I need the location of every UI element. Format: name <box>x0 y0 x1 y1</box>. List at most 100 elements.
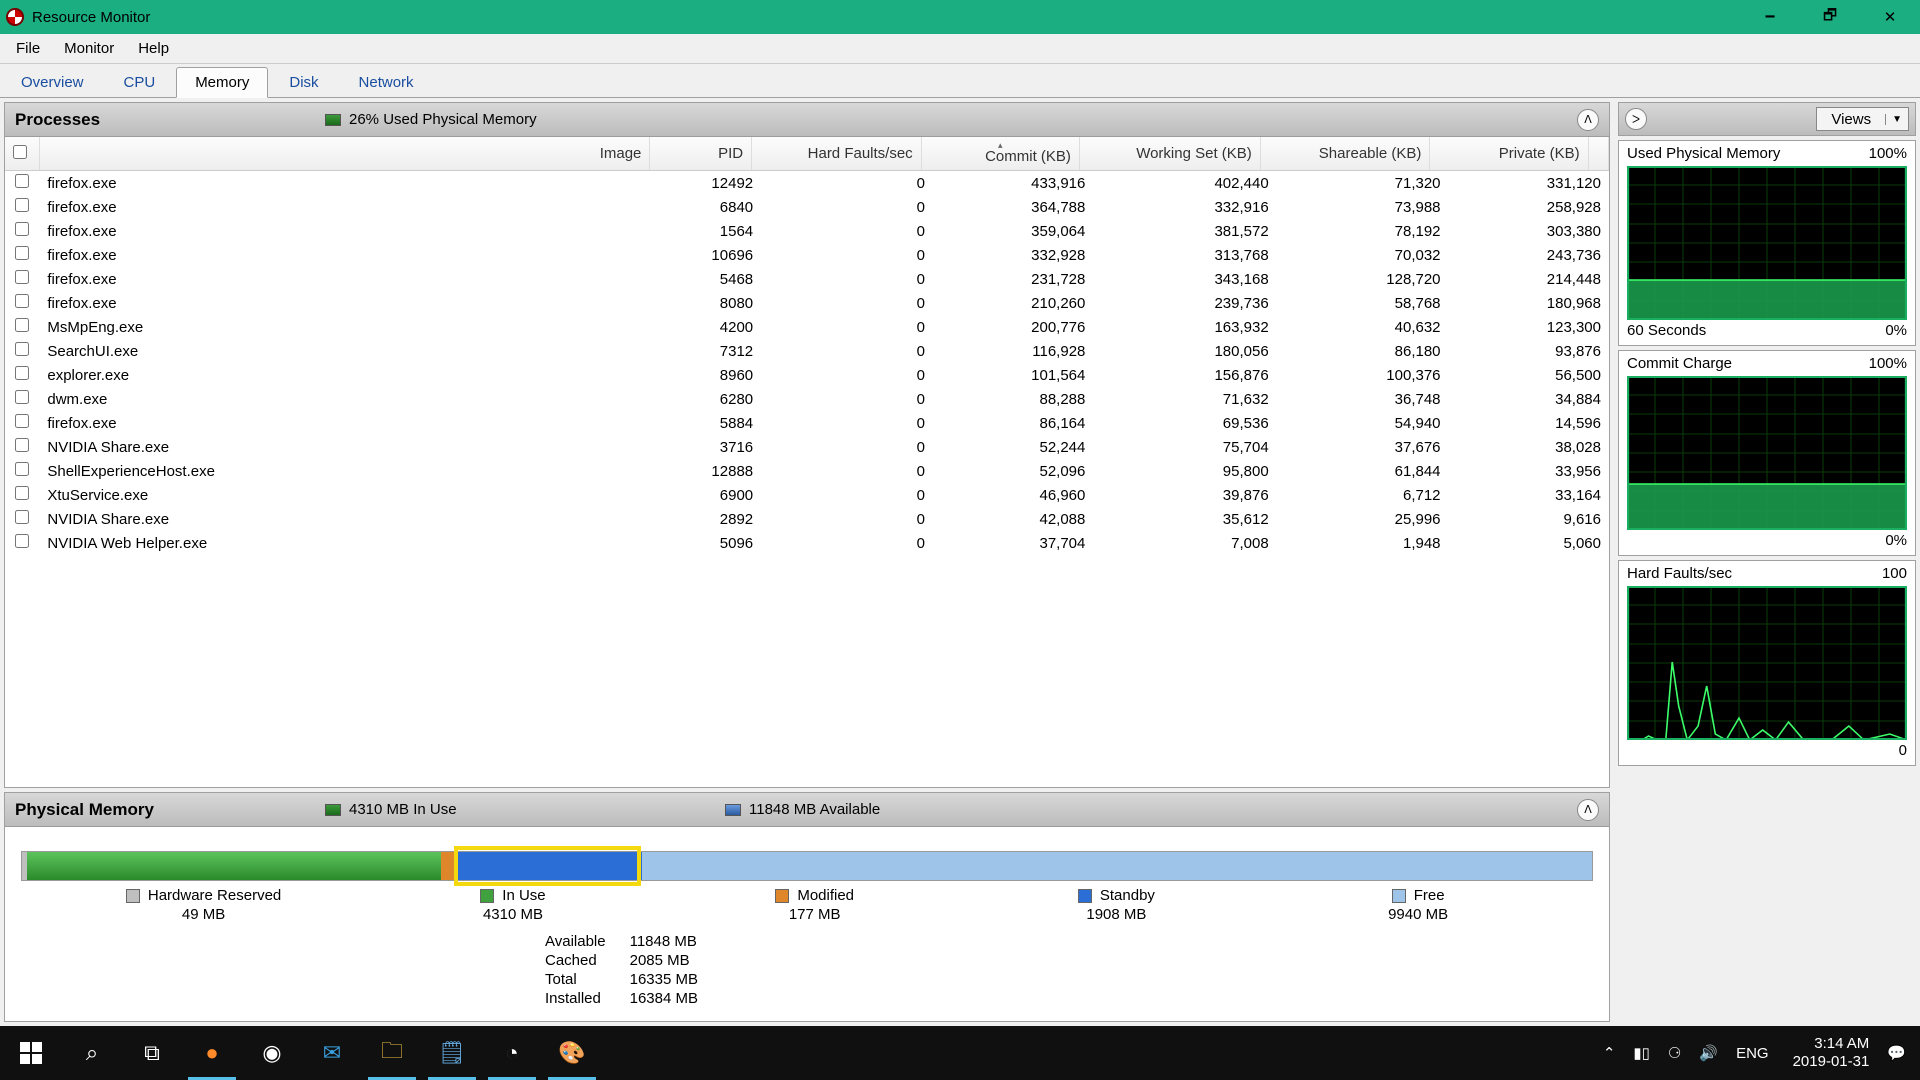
physical-memory-panel: Physical Memory 4310 MB In Use 11848 MB … <box>4 792 1610 1022</box>
close-button[interactable]: ✕ <box>1860 0 1920 34</box>
inuse-icon <box>325 804 341 816</box>
tab-network[interactable]: Network <box>340 67 433 97</box>
processes-table: Image PID Hard Faults/sec ▴Commit (KB) W… <box>5 137 1609 171</box>
battery-icon[interactable]: ▮▯ <box>1633 1044 1650 1062</box>
tab-cpu[interactable]: CPU <box>105 67 175 97</box>
graphs-toolbar: ᐳ Views▼ <box>1618 102 1916 136</box>
processes-scroll[interactable]: firefox.exe124920433,916402,44071,320331… <box>5 171 1609 601</box>
menu-help[interactable]: Help <box>126 36 181 61</box>
window-title: Resource Monitor <box>32 9 150 26</box>
firefox-icon[interactable]: ● <box>182 1026 242 1080</box>
maximize-button[interactable]: 🗗 <box>1800 0 1860 34</box>
bar-modified <box>441 852 458 880</box>
row-checkbox[interactable] <box>15 222 29 236</box>
row-checkbox[interactable] <box>15 270 29 284</box>
graph-used-physical-memory: Used Physical Memory100% 60 Seconds0% <box>1618 140 1916 346</box>
chevron-down-icon: ▼ <box>1885 114 1908 125</box>
legend-inuse: In Use 4310 MB <box>443 887 583 923</box>
collapse-processes-icon[interactable]: ᐱ <box>1577 109 1599 131</box>
graph-hard-faults: Hard Faults/sec100 0 <box>1618 560 1916 766</box>
collapse-graphs-icon[interactable]: ᐳ <box>1625 108 1647 130</box>
menu-file[interactable]: File <box>4 36 52 61</box>
app-icon <box>6 8 24 26</box>
views-button[interactable]: Views▼ <box>1816 107 1909 131</box>
col-working-set[interactable]: Working Set (KB) <box>1079 137 1260 171</box>
row-checkbox[interactable] <box>15 510 29 524</box>
table-row[interactable]: dwm.exe6280088,28871,63236,74834,884 <box>5 387 1609 411</box>
table-row[interactable]: firefox.exe68400364,788332,91673,988258,… <box>5 195 1609 219</box>
col-shareable[interactable]: Shareable (KB) <box>1260 137 1430 171</box>
table-row[interactable]: NVIDIA Share.exe3716052,24475,70437,6763… <box>5 435 1609 459</box>
resource-monitor-icon[interactable]: ◔ <box>482 1026 542 1080</box>
row-checkbox[interactable] <box>15 246 29 260</box>
bar-free <box>642 852 1592 880</box>
physical-memory-header[interactable]: Physical Memory 4310 MB In Use 11848 MB … <box>5 793 1609 827</box>
taskbar: ⌕ ⧉ ● ◉ ✉ 🗀 🗒 ◔ 🎨 ⌃ ▮▯ ⚆ 🔊 ENG 3:14 AM 2… <box>0 1026 1920 1080</box>
paint-icon[interactable]: 🎨 <box>542 1026 602 1080</box>
processes-title: Processes <box>15 110 325 130</box>
notepad-icon[interactable]: 🗒 <box>422 1026 482 1080</box>
table-row[interactable]: firefox.exe15640359,064381,57278,192303,… <box>5 219 1609 243</box>
table-row[interactable]: NVIDIA Web Helper.exe5096037,7047,0081,9… <box>5 531 1609 555</box>
search-icon[interactable]: ⌕ <box>62 1026 122 1080</box>
col-hard-faults[interactable]: Hard Faults/sec <box>752 137 922 171</box>
notifications-icon[interactable]: 💬 <box>1887 1044 1906 1062</box>
row-checkbox[interactable] <box>15 198 29 212</box>
row-checkbox[interactable] <box>15 174 29 188</box>
language-indicator[interactable]: ENG <box>1736 1045 1769 1062</box>
bar-standby <box>458 852 642 880</box>
row-checkbox[interactable] <box>15 342 29 356</box>
table-row[interactable]: firefox.exe54680231,728343,168128,720214… <box>5 267 1609 291</box>
col-private[interactable]: Private (KB) <box>1430 137 1588 171</box>
task-view-icon[interactable]: ⧉ <box>122 1026 182 1080</box>
row-checkbox[interactable] <box>15 438 29 452</box>
menu-monitor[interactable]: Monitor <box>52 36 126 61</box>
row-checkbox[interactable] <box>15 294 29 308</box>
graph-commit-charge: Commit Charge100% 0% <box>1618 350 1916 556</box>
table-row[interactable]: ShellExperienceHost.exe12888052,09695,80… <box>5 459 1609 483</box>
volume-icon[interactable]: 🔊 <box>1699 1044 1718 1062</box>
tab-strip: Overview CPU Memory Disk Network <box>0 64 1920 98</box>
bar-inuse <box>27 852 441 880</box>
explorer-icon[interactable]: 🗀 <box>362 1026 422 1080</box>
row-checkbox[interactable] <box>15 462 29 476</box>
table-row[interactable]: firefox.exe5884086,16469,53654,94014,596 <box>5 411 1609 435</box>
table-row[interactable]: SearchUI.exe73120116,928180,05686,18093,… <box>5 339 1609 363</box>
row-checkbox[interactable] <box>15 534 29 548</box>
tab-disk[interactable]: Disk <box>270 67 337 97</box>
legend-hw: Hardware Reserved 49 MB <box>126 887 281 923</box>
row-checkbox[interactable] <box>15 390 29 404</box>
graphs-pane: ᐳ Views▼ Used Physical Memory100% 60 Sec… <box>1614 98 1920 1026</box>
col-pid[interactable]: PID <box>650 137 752 171</box>
memory-usage-icon <box>325 114 341 126</box>
col-commit[interactable]: ▴Commit (KB) <box>921 137 1079 171</box>
table-row[interactable]: NVIDIA Share.exe2892042,08835,61225,9969… <box>5 507 1609 531</box>
mail-icon[interactable]: ✉ <box>302 1026 362 1080</box>
clock[interactable]: 3:14 AM 2019-01-31 <box>1793 1035 1870 1071</box>
processes-panel: Processes 26% Used Physical Memory ᐱ Ima… <box>4 102 1610 788</box>
row-checkbox[interactable] <box>15 366 29 380</box>
row-checkbox[interactable] <box>15 414 29 428</box>
chrome-icon[interactable]: ◉ <box>242 1026 302 1080</box>
table-row[interactable]: firefox.exe80800210,260239,73658,768180,… <box>5 291 1609 315</box>
col-image[interactable]: Image <box>39 137 649 171</box>
table-row[interactable]: explorer.exe89600101,564156,876100,37656… <box>5 363 1609 387</box>
legend-standby: Standby 1908 MB <box>1046 887 1186 923</box>
row-checkbox[interactable] <box>15 318 29 332</box>
table-row[interactable]: firefox.exe106960332,928313,76870,032243… <box>5 243 1609 267</box>
table-row[interactable]: firefox.exe124920433,916402,44071,320331… <box>5 171 1609 195</box>
start-button[interactable] <box>0 1026 62 1080</box>
collapse-physical-memory-icon[interactable]: ᐱ <box>1577 799 1599 821</box>
tab-overview[interactable]: Overview <box>2 67 103 97</box>
minimize-button[interactable]: 🗕 <box>1740 0 1800 34</box>
select-all-checkbox[interactable] <box>13 145 27 159</box>
processes-header[interactable]: Processes 26% Used Physical Memory ᐱ <box>5 103 1609 137</box>
memory-bar <box>21 851 1593 881</box>
inuse-summary: 4310 MB In Use <box>349 801 457 818</box>
row-checkbox[interactable] <box>15 486 29 500</box>
table-row[interactable]: XtuService.exe6900046,96039,8766,71233,1… <box>5 483 1609 507</box>
table-row[interactable]: MsMpEng.exe42000200,776163,93240,632123,… <box>5 315 1609 339</box>
tab-memory[interactable]: Memory <box>176 67 268 98</box>
wifi-icon[interactable]: ⚆ <box>1668 1044 1681 1062</box>
tray-chevron-icon[interactable]: ⌃ <box>1603 1044 1616 1062</box>
